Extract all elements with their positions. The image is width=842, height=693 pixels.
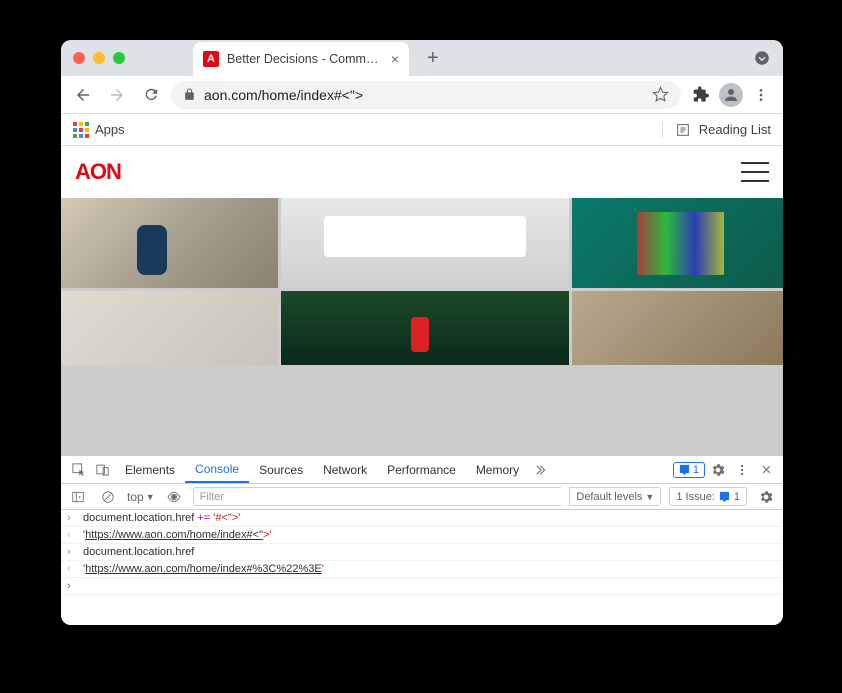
issues-button[interactable]: 1 Issue: 1 <box>669 487 747 506</box>
forward-button[interactable] <box>103 81 131 109</box>
new-tab-button[interactable]: + <box>427 47 439 70</box>
profile-button[interactable] <box>719 83 743 107</box>
settings-button[interactable] <box>707 462 729 478</box>
device-toolbar-button[interactable] <box>91 462 113 477</box>
chrome-top: A Better Decisions - Commercial × + <box>61 40 783 76</box>
hero-tile <box>572 198 783 288</box>
devtools-tab-memory[interactable]: Memory <box>466 456 529 483</box>
devtools-menu-button[interactable] <box>731 463 753 477</box>
console-prompt[interactable]: › <box>61 578 783 595</box>
console-count-badge[interactable]: 1 <box>673 462 705 478</box>
apps-label: Apps <box>95 122 125 137</box>
minimize-window-button[interactable] <box>93 52 105 64</box>
console-line: ›document.location.href += '#<">' <box>61 510 783 527</box>
titlebar: A Better Decisions - Commercial × + <box>61 40 783 76</box>
devtools-tab-console[interactable]: Console <box>185 456 249 483</box>
sidebar-toggle-button[interactable] <box>67 490 89 504</box>
reading-list-icon <box>675 122 691 138</box>
log-levels-selector[interactable]: Default levels ▼ <box>569 487 661 506</box>
hero-tile <box>61 291 278 365</box>
url-input[interactable]: aon.com/home/index#<"> <box>171 81 681 109</box>
live-expression-button[interactable] <box>163 489 185 505</box>
reload-button[interactable] <box>137 81 165 109</box>
close-devtools-button[interactable] <box>755 463 777 476</box>
hero-tile <box>281 291 570 365</box>
address-bar: aon.com/home/index#<"> <box>61 76 783 114</box>
devtools-tab-network[interactable]: Network <box>313 456 377 483</box>
extensions-button[interactable] <box>687 81 715 109</box>
browser-window: A Better Decisions - Commercial × + aon.… <box>61 40 783 625</box>
devtools-panel: ElementsConsoleSourcesNetworkPerformance… <box>61 455 783 625</box>
page-content: AON <box>61 146 783 455</box>
aon-logo[interactable]: AON <box>75 159 121 185</box>
console-line: ‹'https://www.aon.com/home/index#<">' <box>61 527 783 544</box>
console-line: ›document.location.href <box>61 544 783 561</box>
console-line: ‹'https://www.aon.com/home/index#%3C%22%… <box>61 561 783 578</box>
favicon-icon: A <box>203 51 219 67</box>
menu-button[interactable] <box>747 81 775 109</box>
reading-list-label: Reading List <box>699 122 771 137</box>
devtools-tab-sources[interactable]: Sources <box>249 456 313 483</box>
hero-tile <box>572 291 783 365</box>
hero-tile <box>281 198 570 288</box>
filter-input[interactable]: Filter <box>193 487 562 506</box>
hero-tile <box>61 198 278 288</box>
devtools-tabs: ElementsConsoleSourcesNetworkPerformance… <box>61 456 783 484</box>
maximize-window-button[interactable] <box>113 52 125 64</box>
reading-list-button[interactable]: Reading List <box>662 122 771 138</box>
console-settings-button[interactable] <box>755 489 777 505</box>
apps-icon <box>73 122 89 138</box>
back-button[interactable] <box>69 81 97 109</box>
context-selector[interactable]: top ▼ <box>127 490 155 504</box>
devtools-tab-performance[interactable]: Performance <box>377 456 466 483</box>
console-output[interactable]: ›document.location.href += '#<">'‹'https… <box>61 510 783 625</box>
hero-grid <box>61 198 783 455</box>
site-header: AON <box>61 146 783 198</box>
console-toolbar: top ▼ Filter Default levels ▼ 1 Issue: 1 <box>61 484 783 510</box>
devtools-tab-elements[interactable]: Elements <box>115 456 185 483</box>
chevron-down-icon[interactable] <box>753 49 771 67</box>
traffic-lights <box>73 52 125 64</box>
browser-tab[interactable]: A Better Decisions - Commercial × <box>193 42 409 76</box>
lock-icon <box>183 88 196 101</box>
close-window-button[interactable] <box>73 52 85 64</box>
bookmarks-bar: Apps Reading List <box>61 114 783 146</box>
hamburger-menu-button[interactable] <box>741 162 769 182</box>
close-tab-button[interactable]: × <box>391 51 399 67</box>
clear-console-button[interactable] <box>97 490 119 504</box>
inspect-element-button[interactable] <box>67 462 89 477</box>
apps-shortcut[interactable]: Apps <box>73 122 125 138</box>
tab-title: Better Decisions - Commercial <box>227 52 383 66</box>
more-tabs-button[interactable] <box>531 463 553 477</box>
url-text: aon.com/home/index#<"> <box>204 87 363 103</box>
star-icon[interactable] <box>652 86 669 103</box>
